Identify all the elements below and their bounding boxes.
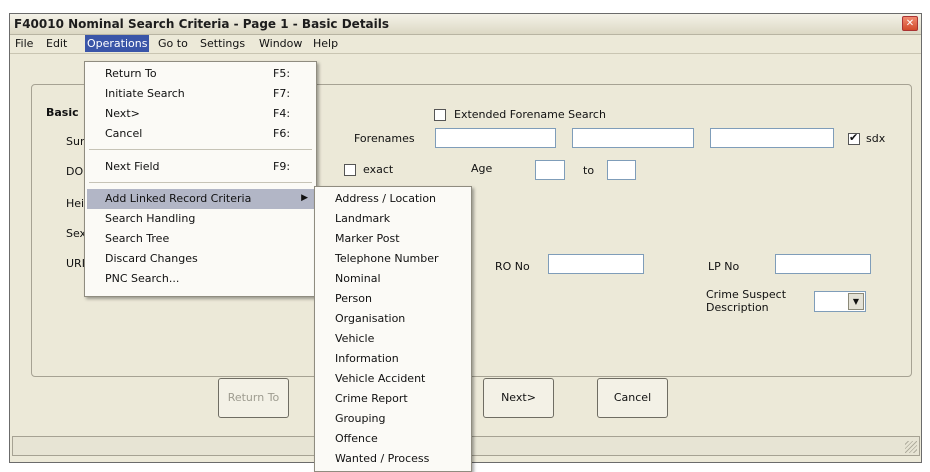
submenu-item-person[interactable]: Person — [317, 289, 469, 309]
close-icon[interactable]: ✕ — [902, 16, 918, 31]
age-to-label: to — [583, 164, 595, 177]
menu-item-discard-changes[interactable]: Discard Changes — [87, 249, 314, 269]
linked-record-submenu: Address / Location Landmark Marker Post … — [314, 186, 472, 472]
submenu-arrow-icon: ▶ — [301, 193, 308, 203]
exact-checkbox[interactable] — [344, 164, 356, 176]
submenu-item-address-location[interactable]: Address / Location — [317, 189, 469, 209]
resize-grip-icon[interactable] — [905, 441, 917, 453]
lp-no-field[interactable] — [775, 254, 871, 274]
section-label: Basic — [46, 106, 79, 119]
submenu-item-crime-report[interactable]: Crime Report — [317, 389, 469, 409]
menu-item-pnc-search[interactable]: PNC Search... — [87, 269, 314, 289]
return-to-button[interactable]: Return To — [218, 378, 289, 418]
extended-forename-checkbox[interactable] — [434, 109, 446, 121]
submenu-item-organisation[interactable]: Organisation — [317, 309, 469, 329]
exact-label: exact — [363, 163, 394, 176]
submenu-item-nominal[interactable]: Nominal — [317, 269, 469, 289]
menu-item-add-linked-record[interactable]: Add Linked Record Criteria ▶ — [87, 189, 314, 209]
menu-operations[interactable]: Operations — [85, 35, 150, 52]
submenu-item-telephone-number[interactable]: Telephone Number — [317, 249, 469, 269]
surname-label: Sur — [66, 135, 85, 148]
crime-suspect-dropdown[interactable]: ▼ — [814, 291, 866, 312]
submenu-item-marker-post[interactable]: Marker Post — [317, 229, 469, 249]
submenu-item-landmark[interactable]: Landmark — [317, 209, 469, 229]
forename-2-field[interactable] — [572, 128, 694, 148]
title-bar: F40010 Nominal Search Criteria - Page 1 … — [10, 14, 921, 35]
menu-separator — [89, 149, 312, 150]
crime-suspect-label: Crime Suspect Description — [706, 288, 787, 314]
menu-separator — [89, 182, 312, 183]
menu-settings[interactable]: Settings — [198, 37, 247, 50]
menu-item-search-handling[interactable]: Search Handling — [87, 209, 314, 229]
age-label: Age — [471, 162, 493, 175]
menu-help[interactable]: Help — [311, 37, 340, 50]
forenames-label: Forenames — [354, 132, 415, 145]
uri-label: URI — [66, 257, 85, 270]
lp-no-label: LP No — [708, 260, 740, 273]
menu-item-initiate-search[interactable]: Initiate Search F7: — [87, 84, 314, 104]
menu-window[interactable]: Window — [257, 37, 304, 50]
cro-no-label: RO No — [495, 260, 530, 273]
forename-1-field[interactable] — [435, 128, 556, 148]
menu-item-return-to[interactable]: Return To F5: — [87, 64, 314, 84]
submenu-item-vehicle-accident[interactable]: Vehicle Accident — [317, 369, 469, 389]
menu-item-cancel[interactable]: Cancel F6: — [87, 124, 314, 144]
operations-menu: Return To F5: Initiate Search F7: Next> … — [84, 61, 317, 297]
dob-label: DO — [66, 165, 84, 178]
height-label: Hei — [66, 197, 85, 210]
menu-item-next[interactable]: Next> F4: — [87, 104, 314, 124]
menu-go-to[interactable]: Go to — [156, 37, 190, 50]
cro-no-field[interactable] — [548, 254, 644, 274]
menu-item-next-field[interactable]: Next Field F9: — [87, 157, 314, 177]
submenu-item-wanted-process[interactable]: Wanted / Process — [317, 449, 469, 469]
next-button[interactable]: Next> — [483, 378, 554, 418]
submenu-item-grouping[interactable]: Grouping — [317, 409, 469, 429]
menu-item-search-tree[interactable]: Search Tree — [87, 229, 314, 249]
menu-file[interactable]: File — [13, 37, 35, 50]
submenu-item-vehicle[interactable]: Vehicle — [317, 329, 469, 349]
window-title: F40010 Nominal Search Criteria - Page 1 … — [14, 17, 390, 31]
submenu-item-information[interactable]: Information — [317, 349, 469, 369]
cancel-button[interactable]: Cancel — [597, 378, 668, 418]
age-to-field[interactable] — [607, 160, 636, 180]
forename-3-field[interactable] — [710, 128, 834, 148]
menu-edit[interactable]: Edit — [44, 37, 69, 50]
chevron-down-icon[interactable]: ▼ — [848, 293, 864, 310]
submenu-item-offence[interactable]: Offence — [317, 429, 469, 449]
age-from-field[interactable] — [535, 160, 565, 180]
sdx-checkbox[interactable] — [848, 131, 860, 145]
menu-bar: File Edit Operations Go to Settings Wind… — [10, 35, 921, 54]
sdx-label: sdx — [866, 132, 886, 145]
extended-forename-label: Extended Forename Search — [454, 108, 606, 121]
